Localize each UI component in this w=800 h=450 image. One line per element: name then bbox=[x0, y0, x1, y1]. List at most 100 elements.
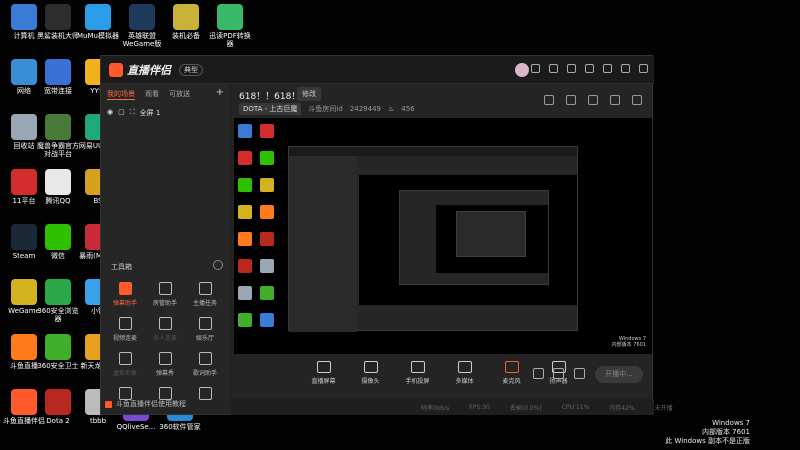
source-control-label: 多媒体 bbox=[455, 378, 474, 385]
tool-icon bbox=[158, 317, 172, 330]
source-control[interactable]: 摄像头 bbox=[353, 361, 388, 385]
maximize-icon[interactable] bbox=[621, 64, 630, 73]
preview-shortcut-icon bbox=[238, 124, 252, 138]
toolbox-item[interactable]: 视频连麦 bbox=[105, 317, 145, 342]
window-controls bbox=[531, 64, 648, 73]
desktop: 计算机 网络 回收站 11平台 Steam WeGame 斗鱼直播 斗鱼直播伴侣 黑鲨装机大师… bbox=[0, 0, 800, 450]
tool-icon bbox=[118, 282, 132, 295]
tool-icon bbox=[198, 352, 212, 365]
go-live-button[interactable]: 开播中... bbox=[595, 366, 643, 383]
source-control-label: 麦克风 bbox=[502, 378, 521, 385]
title-bar: 直播伴侣 典型 bbox=[101, 56, 654, 84]
toolbox-item[interactable]: 娱乐厅 bbox=[185, 317, 225, 342]
source-control-icon bbox=[363, 361, 378, 373]
scene-tabs: 我的场景 观看 可放送 + bbox=[101, 84, 230, 105]
preview-shortcut-icon bbox=[238, 151, 252, 165]
source-control-icon bbox=[410, 361, 425, 373]
share-icon[interactable] bbox=[632, 95, 642, 105]
skin-icon[interactable] bbox=[549, 64, 558, 73]
toolbox-item[interactable]: 房管助手 bbox=[145, 282, 185, 307]
preview-shortcut-icon bbox=[238, 313, 252, 327]
hot-icon: ♨ bbox=[387, 105, 395, 113]
add-scene-button[interactable]: + bbox=[216, 88, 224, 100]
stream-meta: DOTA - 上古巨魔 斗鱼房间id 2429449 ♨ 456 bbox=[239, 103, 415, 115]
message-icon[interactable] bbox=[531, 64, 540, 73]
tool-label: 房管助手 bbox=[152, 300, 177, 307]
preview-watermark: Windows 7 内部版本 7601 bbox=[611, 336, 646, 348]
toolbox-item[interactable]: 虚拟形象 bbox=[105, 352, 145, 377]
toolbox-item[interactable]: 弹幕助手 bbox=[105, 282, 145, 307]
shortcut-icon bbox=[45, 169, 71, 195]
app-title: 直播伴侣 bbox=[127, 64, 171, 77]
toolbox-item[interactable]: 多人连麦 bbox=[145, 317, 185, 342]
preview-shortcut-icon bbox=[260, 178, 274, 192]
eye-icon[interactable]: ◉ bbox=[107, 108, 113, 118]
tool-label: 娱乐厅 bbox=[195, 335, 214, 342]
live-companion-window: 直播伴侣 典型 我的场景 观看 可放送 + ◉ ▢ ⛶ 全屏 1 工具箱 弹幕助… bbox=[100, 55, 673, 415]
source-control[interactable]: 多媒体 bbox=[447, 361, 482, 385]
preview-shortcut-icon bbox=[260, 205, 274, 219]
bell-icon[interactable] bbox=[610, 95, 620, 105]
record-icon[interactable] bbox=[533, 368, 544, 379]
tool-icon bbox=[158, 282, 172, 295]
shortcut-label: 英雄联盟WeGame版 bbox=[122, 32, 162, 48]
tab-watch[interactable]: 观看 bbox=[145, 89, 159, 100]
preview-shortcut-icon bbox=[238, 232, 252, 246]
tab-my-scenes[interactable]: 我的场景 bbox=[107, 89, 135, 100]
shortcut-icon bbox=[45, 334, 71, 360]
desktop-shortcut[interactable]: MuMu模拟器 bbox=[74, 4, 122, 40]
scene-item-label: 全屏 1 bbox=[139, 109, 161, 117]
refresh-icon[interactable] bbox=[213, 260, 223, 270]
minimize-icon[interactable] bbox=[603, 64, 612, 73]
tutorial-link[interactable]: 斗鱼直播伴侣使用教程 bbox=[105, 399, 186, 409]
shortcut-icon bbox=[45, 59, 71, 85]
tool-label: 视频连麦 bbox=[112, 335, 137, 342]
tool-icon bbox=[198, 317, 212, 330]
shortcut-icon bbox=[217, 4, 243, 30]
settings-icon[interactable] bbox=[574, 368, 585, 379]
stream-preview[interactable]: Windows 7 内部版本 7601 bbox=[234, 118, 652, 354]
user-avatar[interactable] bbox=[515, 63, 529, 77]
preview-shortcut-icon bbox=[260, 151, 274, 165]
status-item: 未开播 bbox=[654, 404, 673, 412]
desktop-shortcut[interactable]: 英雄联盟WeGame版 bbox=[118, 4, 166, 48]
gift-icon[interactable] bbox=[544, 95, 554, 105]
toolbox-item[interactable] bbox=[185, 387, 225, 403]
menu-icon[interactable] bbox=[585, 64, 594, 73]
source-control[interactable]: 麦克风 bbox=[494, 361, 529, 385]
category-selector[interactable]: DOTA - 上古巨魔 bbox=[239, 103, 302, 115]
status-item: 丢帧(0.0%) bbox=[509, 404, 542, 412]
close-icon[interactable] bbox=[639, 64, 648, 73]
desktop-shortcut[interactable]: 迅读PDF转换器 bbox=[206, 4, 254, 48]
source-control[interactable]: 直播屏幕 bbox=[306, 361, 341, 385]
desktop-shortcut[interactable]: 装机必备 bbox=[162, 4, 210, 40]
source-control-icon bbox=[504, 361, 519, 373]
toolbox-item[interactable]: 弹幕秀 bbox=[145, 352, 185, 377]
header-actions bbox=[544, 95, 642, 105]
preview-shortcut-icon bbox=[260, 124, 274, 138]
filter-icon[interactable] bbox=[567, 64, 576, 73]
toolbox-title: 工具箱 bbox=[111, 263, 132, 271]
tab-broadcast[interactable]: 可放送 bbox=[169, 89, 190, 100]
shortcut-icon bbox=[45, 389, 71, 415]
preview-shortcut-icon bbox=[238, 259, 252, 273]
status-item: FPS:30 bbox=[469, 403, 490, 411]
shortcut-icon bbox=[173, 4, 199, 30]
visibility-icon[interactable] bbox=[553, 368, 564, 379]
preview-nested-window-3 bbox=[456, 211, 526, 257]
lock-icon[interactable]: ▢ bbox=[118, 108, 125, 118]
edit-title-button[interactable]: 修改 bbox=[297, 87, 321, 101]
lock-icon[interactable] bbox=[566, 95, 576, 105]
hot-value: 456 bbox=[401, 105, 415, 113]
toolbox-item[interactable]: 歌词助手 bbox=[185, 352, 225, 377]
shortcut-label: 装机必备 bbox=[172, 32, 200, 40]
source-control[interactable]: 手机投屏 bbox=[400, 361, 435, 385]
toolbox-item[interactable]: 主播任务 bbox=[185, 282, 225, 307]
preview-shortcut-icon bbox=[238, 286, 252, 300]
windows-watermark: Windows 7 内部版本 7601 此 Windows 副本不是正版 bbox=[665, 419, 750, 445]
tool-label: 虚拟形象 bbox=[112, 370, 137, 377]
mode-badge[interactable]: 典型 bbox=[179, 64, 203, 76]
box-icon[interactable] bbox=[588, 95, 598, 105]
preview-shortcut-icon bbox=[238, 178, 252, 192]
scene-item[interactable]: ◉ ▢ ⛶ 全屏 1 bbox=[101, 105, 230, 121]
